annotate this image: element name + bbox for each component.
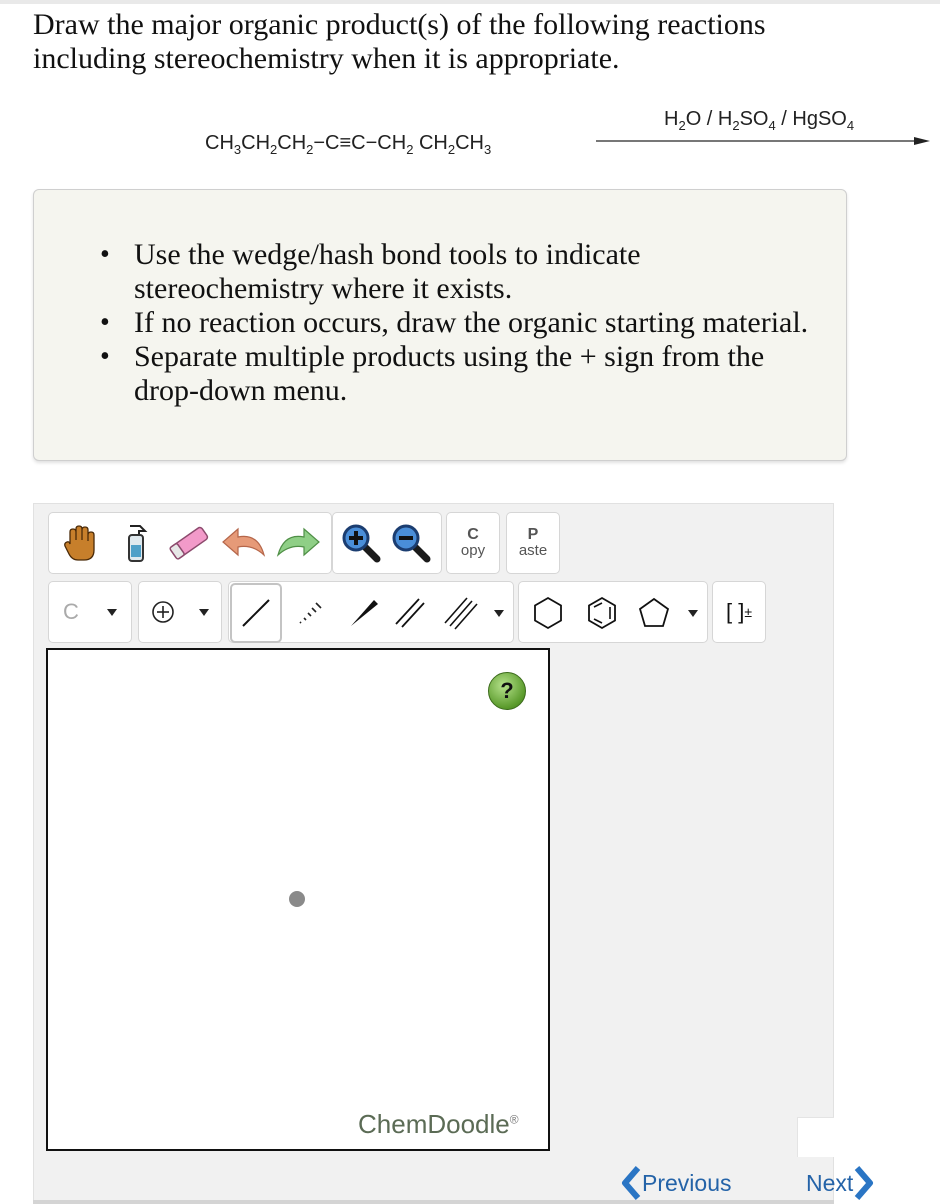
reactant-part: CH xyxy=(205,132,234,154)
eraser-icon[interactable] xyxy=(164,518,214,568)
zoom-out-icon[interactable] xyxy=(386,518,436,568)
chevron-right-icon xyxy=(855,1166,874,1200)
next-button[interactable]: Next xyxy=(806,1166,875,1200)
top-divider xyxy=(0,0,940,4)
wedge-bond-tool[interactable] xyxy=(338,583,390,643)
chevron-down-icon xyxy=(199,608,209,616)
reactant-part: CH xyxy=(241,132,271,154)
bullet-icon: • xyxy=(100,239,110,270)
paste-label-initial: P xyxy=(527,526,539,543)
reactant-part: CH xyxy=(413,132,448,154)
registered-mark: ® xyxy=(509,1112,519,1127)
reagent-part: O / H xyxy=(685,108,733,130)
hash-bond-icon xyxy=(299,602,322,624)
canvas-cursor-dot xyxy=(289,891,305,907)
reactant-part: CH xyxy=(277,132,307,154)
question-text: Draw the major organic product(s) of the… xyxy=(33,8,893,76)
hand-pan-icon[interactable] xyxy=(56,518,106,568)
bracket-sup: ± xyxy=(744,604,753,620)
triple-bond-icon xyxy=(444,597,478,630)
previous-label: Previous xyxy=(642,1169,732,1196)
reagent-part: SO xyxy=(739,108,769,130)
triple-bond-tool[interactable] xyxy=(434,583,512,643)
clear-bottle-icon[interactable] xyxy=(112,518,160,568)
redo-arrow-icon[interactable] xyxy=(272,518,324,568)
chevron-left-icon xyxy=(622,1166,641,1200)
next-label: Next xyxy=(806,1169,854,1196)
bracket-charge-tool[interactable]: [ ] ± xyxy=(712,581,766,643)
benzene-icon xyxy=(588,596,616,630)
nav-corner xyxy=(797,1117,834,1157)
single-bond-tool[interactable] xyxy=(230,583,282,643)
instruction-text: If no reaction occurs, draw the organic … xyxy=(134,306,809,339)
bullet-icon: • xyxy=(100,307,110,338)
chevron-down-icon xyxy=(494,609,504,617)
reagent-sub: 2 xyxy=(678,118,686,133)
reagent-sub: 4 xyxy=(768,118,776,133)
instruction-item: • Separate multiple products using the + … xyxy=(100,340,834,408)
bottom-divider xyxy=(33,1200,834,1204)
reagent-sub: 4 xyxy=(846,118,855,133)
question-line-1: Draw the major organic product(s) of the… xyxy=(33,8,766,41)
reactant-formula: CH3CH2CH2−C≡C−CH2 CH2CH3 xyxy=(205,132,491,157)
paste-button[interactable]: P aste xyxy=(506,512,560,574)
reactant-part: CH xyxy=(455,132,484,154)
reagent-part: H xyxy=(664,108,679,130)
instruction-item: • Use the wedge/hash bond tools to indica… xyxy=(100,238,834,306)
reaction-reagents: H2O / H2SO4 / HgSO4 xyxy=(664,108,854,133)
wedge-bond-icon xyxy=(351,600,378,626)
single-bond-icon xyxy=(242,599,270,627)
cyclohexane-icon xyxy=(534,596,562,630)
double-bond-tool[interactable] xyxy=(388,583,432,643)
cyclopentane-icon xyxy=(638,597,670,627)
chevron-down-icon xyxy=(688,609,698,617)
cyclohexane-tool[interactable] xyxy=(522,583,574,643)
instruction-text: Use the wedge/hash bond tools to indicat… xyxy=(134,238,641,305)
instructions-list: • Use the wedge/hash bond tools to indica… xyxy=(100,238,834,408)
bullet-icon: • xyxy=(100,341,110,372)
benzene-tool[interactable] xyxy=(576,583,628,643)
double-bond-icon xyxy=(395,598,425,628)
previous-button[interactable]: Previous xyxy=(620,1166,731,1200)
reactant-sub: 3 xyxy=(484,142,492,157)
hash-bond-tool[interactable] xyxy=(284,583,336,643)
reagent-sub: 2 xyxy=(732,118,740,133)
brand-text: ChemDoodle xyxy=(358,1109,510,1139)
paste-label-rest: aste xyxy=(518,542,548,559)
reagent-part: / HgSO xyxy=(775,108,847,130)
copy-label-rest: opy xyxy=(460,542,486,559)
charge-selector[interactable] xyxy=(138,581,222,643)
element-selector[interactable]: C xyxy=(48,581,132,643)
zoom-in-icon[interactable] xyxy=(336,518,386,568)
instructions-panel: • Use the wedge/hash bond tools to indica… xyxy=(33,189,847,461)
element-label: C xyxy=(63,599,79,624)
undo-arrow-icon[interactable] xyxy=(218,518,270,568)
bracket-label: [ ] xyxy=(725,599,745,624)
instruction-text: Separate multiple products using the + s… xyxy=(134,340,765,407)
reaction-arrow-icon xyxy=(596,137,930,145)
copy-button[interactable]: C opy xyxy=(446,512,500,574)
chevron-down-icon xyxy=(106,608,117,616)
question-line-2: including stereochemistry when it is app… xyxy=(33,42,620,75)
chemdoodle-brand: ChemDoodle® xyxy=(358,1109,519,1140)
instruction-item: • If no reaction occurs, draw the organic… xyxy=(100,306,834,340)
reactant-part: −C≡C−CH xyxy=(313,132,407,154)
help-button[interactable]: ? xyxy=(488,672,526,710)
copy-label-initial: C xyxy=(467,526,479,543)
plus-charge-icon xyxy=(152,601,174,623)
cyclopentane-tool[interactable] xyxy=(628,583,706,643)
